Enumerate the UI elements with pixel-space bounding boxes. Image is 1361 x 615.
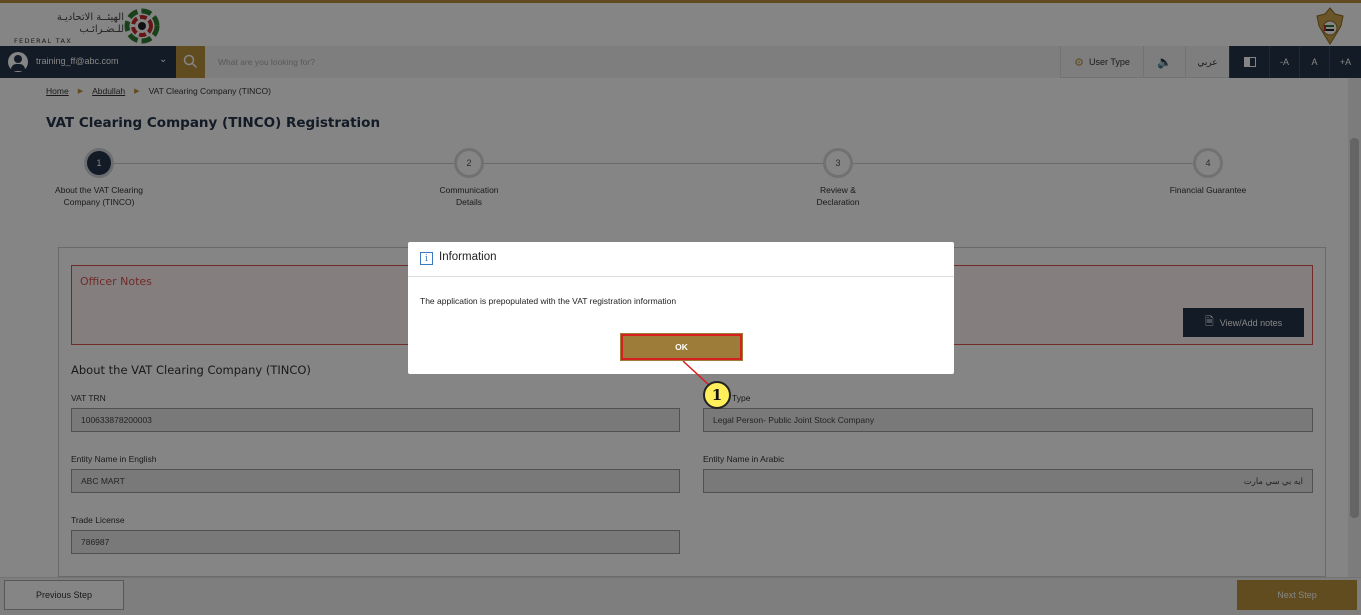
- information-dialog: i Information The application is prepopu…: [408, 242, 954, 374]
- info-icon: i: [420, 252, 433, 265]
- callout-number-badge: 1: [703, 381, 731, 409]
- dialog-title: Information: [439, 251, 497, 263]
- ok-button[interactable]: OK: [620, 333, 743, 361]
- dialog-message: The application is prepopulated with the…: [420, 296, 677, 306]
- dialog-header: i Information: [408, 242, 954, 277]
